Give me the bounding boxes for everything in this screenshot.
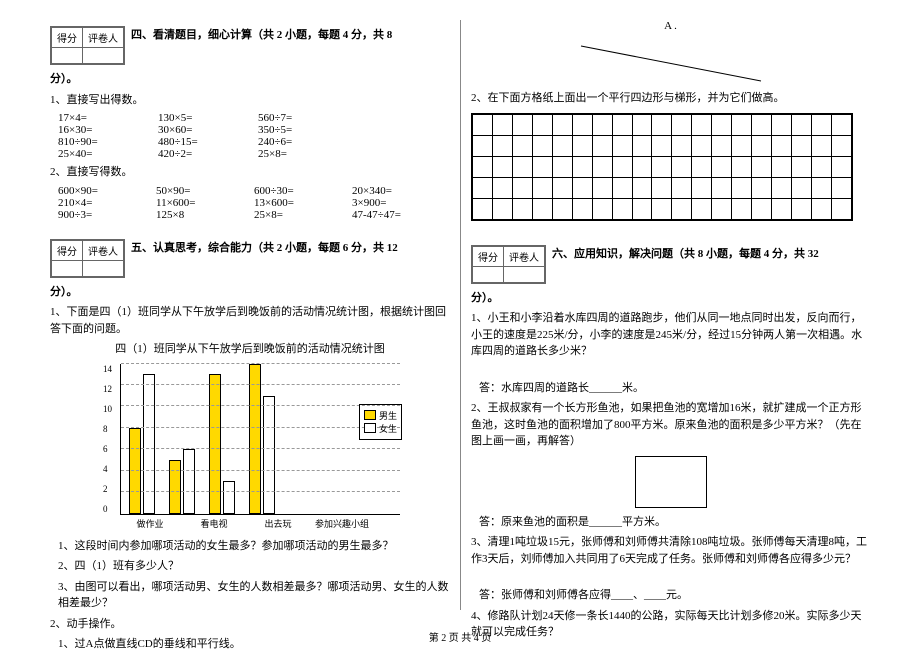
legend-boys: 男生 — [379, 409, 397, 422]
section5-title: 五、认真思考，综合能力（共 2 小题，每题 6 分，共 12 — [131, 239, 398, 255]
s4-q2-equations: 600×90=50×90=600÷30=20×340=210×4=11×600=… — [58, 185, 450, 221]
section4-heading: 得分 评卷人 四、看清题目，细心计算（共 2 小题，每题 4 分，共 8 — [50, 26, 450, 65]
s4-q1-equations: 17×4=130×5=560÷7=16×30=30×60=350÷5=810÷9… — [58, 112, 450, 160]
page-footer: 第 2 页 共 4 页 — [0, 629, 920, 644]
s5-q1: 1、下面是四（1）班同学从下午放学后到晚饭前的活动情况统计图，根据统计图回答下面… — [50, 304, 450, 337]
s6-q1: 1、小王和小李沿着水库四周的道路跑步，他们从同一地点同时出发，反向而行，小王的速… — [471, 310, 870, 360]
bar-出去玩-男生 — [209, 374, 221, 513]
bar-做作业-女生 — [143, 374, 155, 513]
bar-看电视-男生 — [169, 460, 181, 514]
s6-ans1: 答：水库四周的道路长______米。 — [479, 380, 870, 397]
pond-box — [635, 456, 707, 508]
section6-tail: 分）。 — [471, 292, 499, 304]
section6-title: 六、应用知识，解决问题（共 8 小题，每题 4 分，共 32 — [552, 245, 819, 261]
legend-girls: 女生 — [379, 422, 397, 435]
section4-title: 四、看清题目，细心计算（共 2 小题，每题 4 分，共 8 — [131, 26, 392, 42]
s4-q2-label: 2、直接写得数。 — [50, 164, 450, 181]
score-label: 得分 — [52, 28, 83, 48]
section5-heading: 得分 评卷人 五、认真思考，综合能力（共 2 小题，每题 6 分，共 12 — [50, 239, 450, 278]
section5-tail: 分）。 — [50, 286, 78, 298]
section6-heading: 得分 评卷人 六、应用知识，解决问题（共 8 小题，每题 4 分，共 32 — [471, 245, 870, 284]
bar-看电视-女生 — [183, 449, 195, 513]
grid-paper[interactable] — [471, 113, 853, 221]
line-cd-figure — [571, 36, 771, 86]
s6-ans3: 答：张师傅和刘师傅各应得____、____元。 — [479, 587, 870, 604]
x-axis: 做作业看电视出去玩参加兴趣小组 — [120, 515, 400, 532]
reviewer-label: 评卷人 — [83, 28, 124, 48]
chart-title: 四（1）班同学从下午放学后到晚饭前的活动情况统计图 — [50, 341, 450, 358]
s6-q3: 3、清理1吨垃圾15元，张师傅和刘师傅共清除108吨垃圾。张师傅每天清理8吨，工… — [471, 534, 870, 567]
s6-ans2: 答：原来鱼池的面积是______平方米。 — [479, 514, 870, 531]
bar-出去玩-女生 — [223, 481, 235, 513]
grid-question: 2、在下面方格纸上面出一个平行四边形与梯形，并为它们做高。 — [471, 90, 870, 107]
s5-q1-3: 3、由图可以看出，哪项活动男、女生的人数相差最多？哪项活动男、女生的人数相差最少… — [58, 579, 450, 612]
chart-legend: 男生 女生 — [359, 404, 402, 440]
s5-q1-2: 2、四（1）班有多少人？ — [58, 558, 450, 575]
s6-q2: 2、王叔叔家有一个长方形鱼池，如果把鱼池的宽增加16米，就扩建成一个正方形鱼池，… — [471, 400, 870, 450]
s5-q1-1: 1、这段时间内参加哪项活动的女生最多？参加哪项活动的男生最多？ — [58, 538, 450, 555]
s4-q1-label: 1、直接写出得数。 — [50, 92, 450, 109]
score-box-4: 得分 评卷人 — [50, 26, 125, 65]
point-a-label: A . — [471, 20, 870, 32]
bar-参加兴趣小组-女生 — [263, 396, 275, 514]
score-box-6: 得分 评卷人 — [471, 245, 546, 284]
score-box-5: 得分 评卷人 — [50, 239, 125, 278]
y-axis: 02468101214 — [103, 364, 112, 514]
chart-wrap: 02468101214 做作业看电视出去玩参加兴趣小组 男生 女生 — [100, 364, 400, 532]
section4-tail: 分）。 — [50, 73, 78, 85]
